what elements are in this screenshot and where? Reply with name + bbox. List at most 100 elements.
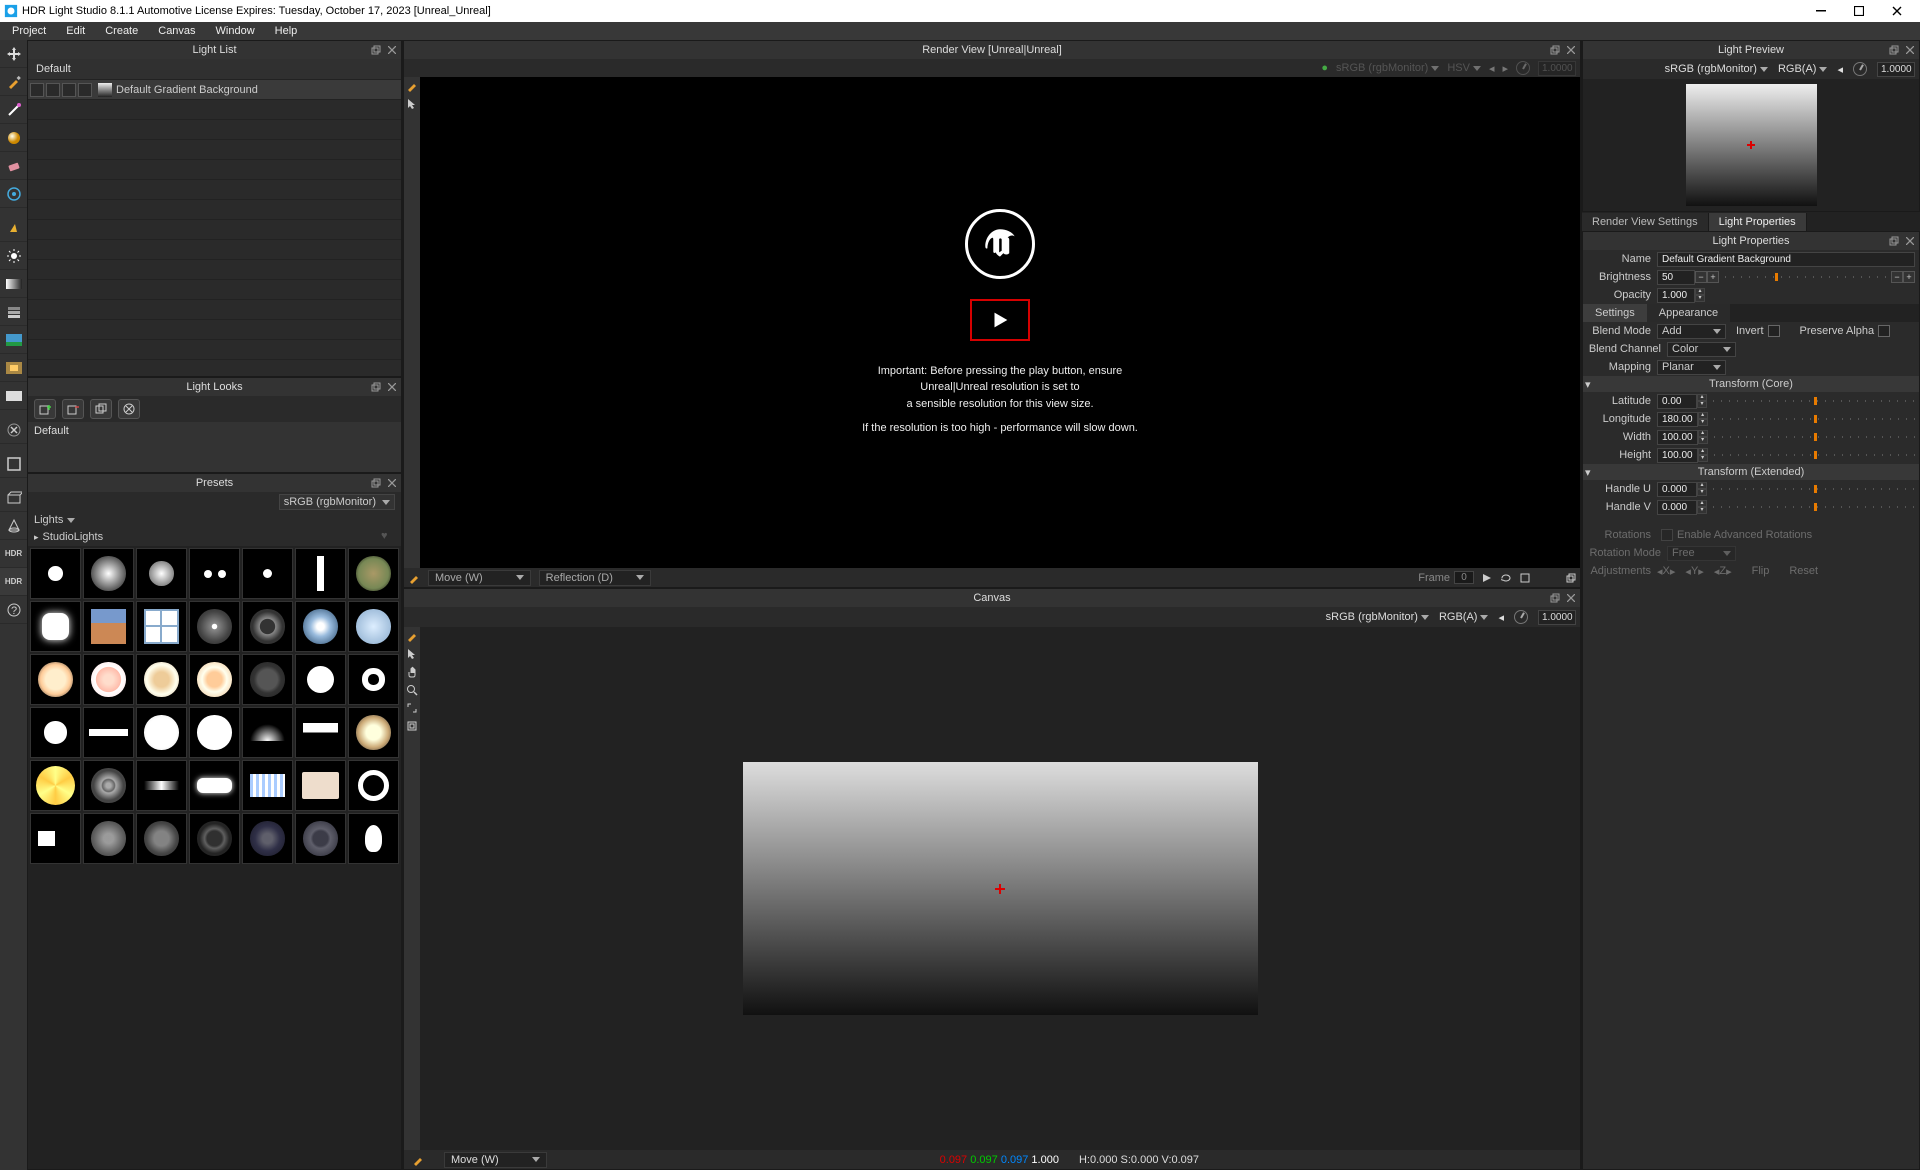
panel-close-icon[interactable] bbox=[385, 43, 399, 57]
subtab-appearance[interactable]: Appearance bbox=[1647, 304, 1730, 322]
presets-colorspace-dropdown[interactable]: sRGB (rgbMonitor) bbox=[279, 494, 395, 510]
lp-exposure-value[interactable]: 1.0000 bbox=[1877, 62, 1915, 77]
menu-canvas[interactable]: Canvas bbox=[148, 23, 205, 39]
prop-height-field[interactable]: 100.00 bbox=[1657, 448, 1698, 463]
rv-tool-cursor-icon[interactable] bbox=[404, 95, 420, 113]
tool-sphere-icon[interactable] bbox=[0, 124, 27, 152]
panel-popout-icon[interactable] bbox=[1887, 234, 1901, 248]
preset-thumb[interactable] bbox=[136, 707, 187, 758]
canvas-tool-fit-icon[interactable] bbox=[404, 717, 420, 735]
preset-thumb[interactable] bbox=[242, 654, 293, 705]
prop-opacity-field[interactable]: 1.000 bbox=[1657, 288, 1695, 303]
preset-thumb[interactable] bbox=[348, 707, 399, 758]
preset-thumb[interactable] bbox=[295, 707, 346, 758]
lp-colorspace-dropdown[interactable]: sRGB (rgbMonitor) bbox=[1665, 63, 1768, 75]
exposure-gauge-icon[interactable] bbox=[1516, 61, 1530, 75]
longitude-spinner[interactable]: ▴▾ bbox=[1698, 412, 1708, 426]
tool-target-icon[interactable] bbox=[0, 180, 27, 208]
preset-thumb[interactable] bbox=[83, 813, 134, 864]
invert-checkbox[interactable] bbox=[1768, 325, 1780, 337]
preset-thumb[interactable] bbox=[242, 760, 293, 811]
lp-prev-icon[interactable]: ◂ bbox=[1837, 63, 1843, 76]
rv-settings-icon[interactable] bbox=[1520, 573, 1530, 583]
preset-thumb[interactable] bbox=[136, 654, 187, 705]
preset-thumb[interactable] bbox=[189, 654, 240, 705]
lock-toggle-icon[interactable] bbox=[62, 83, 76, 97]
preset-thumb[interactable] bbox=[30, 813, 81, 864]
canvas-tool-expand-icon[interactable] bbox=[404, 699, 420, 717]
panel-popout-icon[interactable] bbox=[1887, 43, 1901, 57]
preset-thumb[interactable] bbox=[189, 813, 240, 864]
preset-thumb[interactable] bbox=[83, 601, 134, 652]
canvas-exposure-gauge-icon[interactable] bbox=[1514, 610, 1528, 624]
preset-thumb[interactable] bbox=[30, 548, 81, 599]
latitude-slider[interactable] bbox=[1713, 395, 1915, 407]
tool-brush-icon[interactable] bbox=[0, 68, 27, 96]
menu-help[interactable]: Help bbox=[265, 23, 308, 39]
preset-thumb[interactable] bbox=[136, 760, 187, 811]
canvas-tool-cursor-icon[interactable] bbox=[404, 645, 420, 663]
collapse-icon[interactable]: ▾ bbox=[1585, 378, 1591, 391]
prop-name-field[interactable]: Default Gradient Background bbox=[1657, 252, 1915, 267]
menu-window[interactable]: Window bbox=[206, 23, 265, 39]
brightness-minus-button[interactable]: − bbox=[1695, 271, 1707, 283]
rv-exposure-value[interactable]: 1.0000 bbox=[1538, 61, 1576, 76]
panel-popout-icon[interactable] bbox=[1548, 591, 1562, 605]
panel-close-icon[interactable] bbox=[385, 380, 399, 394]
tab-light-properties[interactable]: Light Properties bbox=[1709, 213, 1807, 231]
preset-thumb[interactable] bbox=[348, 760, 399, 811]
tool-rect-icon[interactable] bbox=[0, 450, 27, 478]
tool-image-icon[interactable] bbox=[0, 326, 27, 354]
prop-blendmode-dropdown[interactable]: Add bbox=[1657, 324, 1726, 339]
canvas-colorspace-dropdown[interactable]: sRGB (rgbMonitor) bbox=[1326, 611, 1429, 623]
canvas-tool-zoom-icon[interactable] bbox=[404, 681, 420, 699]
tool-flat-icon[interactable] bbox=[0, 382, 27, 410]
tool-area-icon[interactable] bbox=[0, 484, 27, 512]
vis-toggle-icon[interactable] bbox=[30, 83, 44, 97]
handlev-spinner[interactable]: ▴▾ bbox=[1697, 500, 1707, 514]
preset-thumb[interactable] bbox=[295, 601, 346, 652]
preset-thumb[interactable] bbox=[189, 760, 240, 811]
brightness-plus2-button[interactable]: + bbox=[1903, 271, 1915, 283]
tool-pick-icon[interactable] bbox=[0, 214, 27, 242]
render-toggle-icon[interactable] bbox=[78, 83, 92, 97]
tool-spot-icon[interactable] bbox=[0, 512, 27, 540]
section-transform-extended[interactable]: ▾ Transform (Extended) bbox=[1583, 464, 1919, 480]
lp-rgba-dropdown[interactable]: RGB(A) bbox=[1778, 63, 1828, 75]
preset-thumb[interactable] bbox=[136, 813, 187, 864]
preset-thumb[interactable] bbox=[348, 548, 399, 599]
preset-thumb[interactable] bbox=[242, 548, 293, 599]
brightness-slider[interactable] bbox=[1725, 271, 1891, 283]
menu-edit[interactable]: Edit bbox=[56, 23, 95, 39]
rv-colorspace-dropdown[interactable]: sRGB (rgbMonitor) bbox=[1336, 62, 1439, 74]
prop-width-field[interactable]: 100.00 bbox=[1657, 430, 1698, 445]
maximize-button[interactable] bbox=[1840, 0, 1878, 22]
preset-thumb[interactable] bbox=[295, 548, 346, 599]
preset-thumb[interactable] bbox=[189, 548, 240, 599]
close-button[interactable] bbox=[1878, 0, 1916, 22]
width-spinner[interactable]: ▴▾ bbox=[1698, 430, 1708, 444]
look-add-button[interactable] bbox=[34, 399, 56, 419]
prop-latitude-field[interactable]: 0.00 bbox=[1657, 394, 1697, 409]
prop-longitude-field[interactable]: 180.00 bbox=[1657, 412, 1698, 427]
preset-thumb[interactable] bbox=[83, 654, 134, 705]
preset-thumb[interactable] bbox=[136, 548, 187, 599]
opacity-spinner[interactable]: ▴▾ bbox=[1695, 288, 1705, 302]
look-copy-button[interactable] bbox=[90, 399, 112, 419]
reset-button[interactable]: Reset bbox=[1789, 565, 1818, 577]
latitude-spinner[interactable]: ▴▾ bbox=[1697, 394, 1707, 408]
preset-thumb[interactable] bbox=[30, 654, 81, 705]
prop-handlev-field[interactable]: 0.000 bbox=[1657, 500, 1697, 515]
play-button[interactable] bbox=[970, 299, 1030, 341]
canvas-rgba-dropdown[interactable]: RGB(A) bbox=[1439, 611, 1489, 623]
preset-thumb[interactable] bbox=[348, 601, 399, 652]
tool-sun-icon[interactable] bbox=[0, 242, 27, 270]
flip-button[interactable]: Flip bbox=[1752, 565, 1770, 577]
canvas-mode-dropdown[interactable]: Move (W) bbox=[444, 1152, 547, 1168]
brightness-plus-button[interactable]: + bbox=[1707, 271, 1719, 283]
preservealpha-checkbox[interactable] bbox=[1878, 325, 1890, 337]
minimize-button[interactable] bbox=[1802, 0, 1840, 22]
collapse-icon[interactable]: ▾ bbox=[1585, 466, 1591, 479]
lp-exposure-gauge-icon[interactable] bbox=[1853, 62, 1867, 76]
preset-thumb[interactable] bbox=[83, 760, 134, 811]
